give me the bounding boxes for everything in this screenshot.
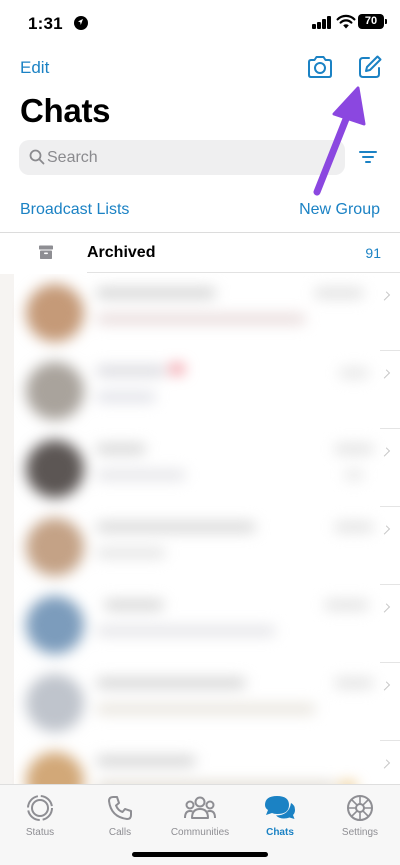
annotation-arrow-icon [313, 86, 366, 196]
calls-icon [108, 796, 132, 820]
avatar [26, 284, 84, 342]
communities-icon [184, 796, 216, 819]
status-bar: 1:31 70 [0, 0, 400, 48]
avatar [26, 596, 84, 654]
signal-icon [312, 16, 332, 29]
chat-row[interactable] [0, 430, 400, 508]
chat-row[interactable] [0, 352, 400, 430]
archive-icon [39, 245, 53, 259]
tab-label: Status [25, 827, 55, 838]
chats-icon [265, 796, 295, 819]
avatar [26, 440, 84, 498]
search-bar[interactable] [19, 140, 345, 175]
battery-icon: 70 [358, 14, 387, 29]
tab-label: Communities [170, 827, 230, 838]
avatar [26, 752, 84, 784]
edit-button[interactable]: Edit [20, 58, 49, 78]
tab-label: Chats [266, 827, 294, 838]
broadcast-lists-link[interactable]: Broadcast Lists [20, 201, 129, 219]
chat-list [0, 274, 400, 784]
archived-count: 91 [365, 245, 381, 261]
chevron-right-icon [380, 291, 391, 301]
status-time: 1:31 [28, 14, 63, 33]
tab-calls[interactable]: Calls [80, 793, 160, 838]
search-input[interactable] [47, 140, 337, 175]
chevron-right-icon [380, 447, 391, 457]
new-group-link[interactable]: New Group [299, 201, 380, 219]
chevron-right-icon [380, 525, 391, 535]
camera-icon[interactable] [306, 54, 334, 80]
chat-row[interactable] [0, 508, 400, 586]
location-icon [74, 16, 88, 30]
chat-row[interactable] [0, 664, 400, 742]
home-indicator [132, 852, 268, 857]
wifi-icon [336, 14, 356, 29]
chevron-right-icon [380, 369, 391, 379]
new-chat-icon[interactable] [357, 54, 383, 80]
page-title: Chats [20, 92, 111, 129]
tab-status[interactable]: Status [0, 793, 80, 838]
chat-row[interactable] [0, 586, 400, 664]
divider [87, 272, 400, 273]
archived-row[interactable]: Archived 91 [0, 233, 400, 273]
chat-row[interactable] [0, 274, 400, 352]
tab-label: Settings [341, 827, 379, 838]
tab-settings[interactable]: Settings [320, 793, 400, 838]
tab-label: Calls [108, 827, 132, 838]
status-icon [27, 795, 53, 821]
avatar [26, 518, 84, 576]
tab-chats[interactable]: Chats [240, 793, 320, 838]
chat-row[interactable] [0, 742, 400, 784]
chevron-right-icon [380, 603, 391, 613]
settings-icon [347, 795, 373, 821]
search-icon [29, 149, 45, 165]
tab-communities[interactable]: Communities [160, 793, 240, 838]
chevron-right-icon [380, 681, 391, 691]
archived-label: Archived [87, 244, 156, 261]
avatar [26, 362, 84, 420]
avatar [26, 674, 84, 732]
chevron-right-icon [380, 759, 391, 769]
